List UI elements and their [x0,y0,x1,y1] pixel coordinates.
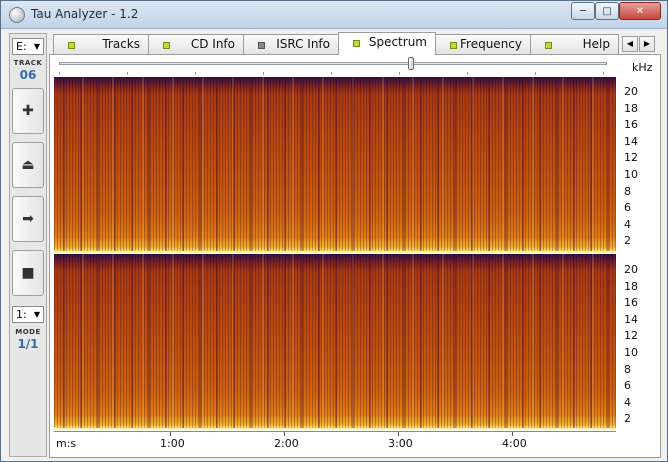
frequency-unit-label: kHz [632,61,653,74]
drive-value: E: [16,40,27,53]
freq-tick-label: 6 [624,201,631,214]
tab-label: CD Info [190,37,235,51]
close-button[interactable]: ✕ [619,2,661,20]
left-panel: E: ▼ TRACK 06 ✚ ⏏ ➡ ■ 1: ▼ MODE 1/1 [9,33,47,457]
time-tick [284,432,285,436]
add-button[interactable]: ✚ [12,88,44,134]
eject-button[interactable]: ⏏ [12,142,44,188]
tab-tracks[interactable]: Tracks [53,34,149,54]
freq-tick-label: 18 [624,280,638,293]
freq-tick-label: 8 [624,363,631,376]
time-tick-label: 2:00 [274,437,299,450]
freq-tick-label: 8 [624,185,631,198]
freq-tick-label: 10 [624,346,638,359]
tab-label: Frequency [460,37,522,51]
chevron-down-icon: ▼ [33,42,40,51]
status-indicator-icon [68,42,75,49]
freq-tick-label: 14 [624,135,638,148]
mode-label: MODE [15,328,41,336]
time-axis: m:s 1:00 2:00 3:00 4:00 [54,431,616,456]
spectrogram-left-channel [54,77,616,253]
slider-tick [535,72,536,75]
title-bar[interactable]: Tau Analyzer - 1.2 ─ □ ✕ [1,1,667,29]
time-tick-label: 4:00 [502,437,527,450]
tab-bar: Tracks CD Info ISRC Info Spectrum Freque… [49,32,667,55]
slider-tick [331,72,332,75]
tab-scroll-right-button[interactable]: ▶ [639,36,655,52]
slider-tick [263,72,264,75]
tab-scroll-left-button[interactable]: ◀ [622,36,638,52]
drive-select[interactable]: E: ▼ [12,38,44,55]
slider-tick [195,72,196,75]
app-icon [9,7,25,23]
time-tick [398,432,399,436]
status-indicator-icon [258,42,265,49]
stop-icon: ■ [21,265,35,281]
freq-tick-label: 2 [624,412,631,425]
freq-tick-label: 20 [624,85,638,98]
freq-tick-label: 2 [624,234,631,247]
slider-tick [399,72,400,75]
status-indicator-icon [353,40,360,47]
tab-label: Tracks [102,37,140,51]
slider-tick [603,72,604,75]
stop-button[interactable]: ■ [12,250,44,296]
track-value: 06 [19,68,37,82]
status-indicator-icon [450,42,457,49]
tab-label: Help [582,37,610,51]
time-tick-label: 1:00 [160,437,185,450]
freq-tick-label: 6 [624,379,631,392]
chevron-left-icon: ◀ [626,39,634,48]
tab-spectrum[interactable]: Spectrum [338,32,436,55]
status-indicator-icon [545,42,552,49]
freq-tick-label: 12 [624,151,638,164]
maximize-button[interactable]: □ [595,2,619,20]
tab-label: ISRC Info [276,37,330,51]
tab-frequency[interactable]: Frequency [435,34,531,54]
freq-tick-label: 16 [624,296,638,309]
plus-icon: ✚ [22,103,34,119]
app-window: Tau Analyzer - 1.2 ─ □ ✕ E: ▼ TRACK 06 ✚… [0,0,668,462]
time-axis-label: m:s [56,437,77,450]
eject-icon: ⏏ [21,157,35,173]
slider-tick [59,72,60,75]
freq-tick-label: 18 [624,102,638,115]
freq-tick-label: 12 [624,329,638,342]
tab-help[interactable]: Help [530,34,619,54]
freq-tick-label: 4 [624,218,631,231]
freq-tick-label: 20 [624,263,638,276]
mode-value: 1/1 [17,337,39,351]
tab-cd-info[interactable]: CD Info [148,34,244,54]
slider-tick [127,72,128,75]
freq-tick-label: 10 [624,168,638,181]
chevron-right-icon: ▶ [643,39,651,48]
time-tick [512,432,513,436]
freq-tick-label: 14 [624,313,638,326]
spectrum-panel: kHz 20 18 16 14 12 10 8 6 4 2 20 18 16 1… [49,54,661,458]
ratio-value: 1: [16,308,27,321]
tab-label: Spectrum [368,35,427,49]
zoom-slider-thumb[interactable] [408,57,414,70]
time-tick [170,432,171,436]
freq-tick-label: 16 [624,118,638,131]
minimize-button[interactable]: ─ [571,2,595,20]
play-button[interactable]: ➡ [12,196,44,242]
track-label: TRACK [13,59,43,67]
status-indicator-icon [163,42,170,49]
window-title: Tau Analyzer - 1.2 [31,7,139,21]
arrow-right-icon: ➡ [22,211,34,227]
ratio-select[interactable]: 1: ▼ [12,306,44,323]
spectrogram-right-channel [54,254,616,430]
tab-isrc-info[interactable]: ISRC Info [243,34,339,54]
slider-tick [467,72,468,75]
freq-tick-label: 4 [624,396,631,409]
time-tick-label: 3:00 [388,437,413,450]
zoom-slider[interactable] [59,57,607,70]
chevron-down-icon: ▼ [33,310,40,319]
